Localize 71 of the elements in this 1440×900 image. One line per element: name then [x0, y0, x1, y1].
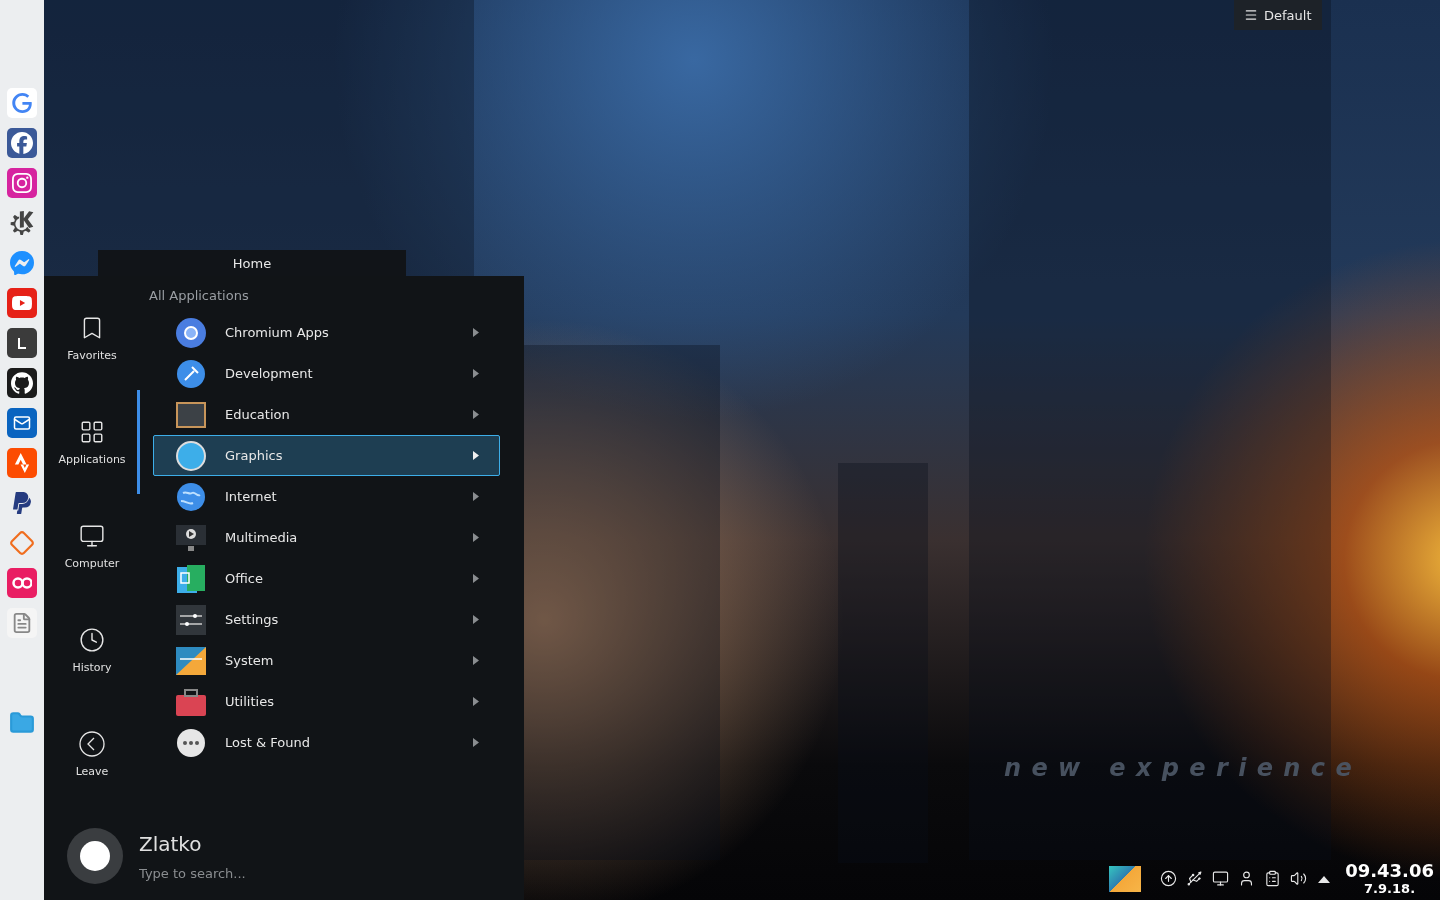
tab-label: Applications: [58, 452, 126, 466]
app-launcher-icon[interactable]: [7, 128, 37, 158]
menu-item-label: Lost & Found: [225, 735, 311, 750]
caret-icon: [473, 656, 479, 665]
expand-arrow-icon[interactable]: [1318, 874, 1331, 883]
menu-item[interactable]: Development: [153, 353, 500, 394]
hammer-icon: [175, 357, 207, 390]
menu-item[interactable]: Office: [153, 558, 500, 599]
category-tab[interactable]: Favorites: [44, 286, 140, 390]
caret-icon: [473, 615, 479, 624]
menu-item-label: Graphics: [225, 448, 284, 463]
tab-label: Favorites: [67, 348, 117, 362]
menu-item-label: Internet: [225, 489, 278, 504]
caret-icon: [473, 697, 479, 706]
menu-item-label: Development: [225, 366, 314, 381]
menu-icon: [1244, 8, 1258, 22]
caret-icon: [473, 369, 479, 378]
user-name: Zlatko: [139, 831, 203, 856]
menu-item-label: Office: [225, 571, 264, 586]
home-tab[interactable]: Home: [98, 250, 406, 276]
category-tab[interactable]: Computer: [44, 494, 140, 598]
tab-label: Computer: [64, 556, 120, 570]
menu-item[interactable]: Education: [153, 394, 500, 435]
menu-item[interactable]: Multimedia: [153, 517, 500, 558]
menu-item-label: Settings: [225, 612, 280, 627]
globe-icon: [175, 480, 207, 513]
menu-item[interactable]: Graphics: [153, 435, 500, 476]
avatar: [67, 828, 123, 884]
app-launcher-icon[interactable]: [7, 368, 37, 398]
update-icon[interactable]: [1159, 870, 1177, 887]
menu-item-label: System: [225, 653, 275, 668]
category-tab[interactable]: Applications: [44, 390, 140, 494]
menu-item-label: Utilities: [225, 694, 275, 709]
menu-item[interactable]: System: [153, 640, 500, 681]
menu-item[interactable]: Settings: [153, 599, 500, 640]
volume-icon[interactable]: [1289, 870, 1307, 887]
menu-item[interactable]: Chromium Apps: [153, 312, 500, 353]
menu-item[interactable]: Lost & Found: [153, 722, 500, 763]
section-heading: All Applications: [149, 288, 250, 305]
tab-label: Leave: [75, 764, 109, 778]
search-field[interactable]: Type to search...: [139, 865, 439, 881]
category-tab[interactable]: Leave: [44, 702, 140, 806]
clock-date: 7.9.18.: [1364, 881, 1416, 896]
caret-icon: [473, 492, 479, 501]
clock-time: 09.43.06: [1345, 861, 1434, 881]
more-icon: [175, 726, 207, 759]
desktop-thumbnail[interactable]: [1109, 865, 1142, 892]
tab-label: History: [72, 660, 112, 674]
clock-icon: [79, 626, 105, 653]
system-icon: [175, 644, 207, 677]
caret-icon: [473, 738, 479, 747]
caret-icon: [473, 328, 479, 337]
layout-button[interactable]: Default: [1234, 0, 1322, 30]
menu-item[interactable]: Utilities: [153, 681, 500, 722]
app-launcher-icon[interactable]: [7, 328, 37, 358]
caret-icon: [473, 574, 479, 583]
menu-item-label: Chromium Apps: [225, 325, 330, 340]
caret-icon: [473, 533, 479, 542]
caret-icon: [473, 410, 479, 419]
menu-item-label: Multimedia: [225, 530, 299, 545]
menu-item-label: Education: [225, 407, 291, 422]
menu-item[interactable]: Internet: [153, 476, 500, 517]
documents-icon: [175, 562, 207, 595]
usb-icon[interactable]: [1185, 870, 1203, 887]
sliders-icon: [175, 603, 207, 636]
caret-icon: [473, 451, 479, 460]
category-tab[interactable]: History: [44, 598, 140, 702]
wallpaper-text: n e w e x p e r i e n c e: [1004, 754, 1353, 782]
sphere-icon: [175, 439, 207, 472]
clipboard-icon[interactable]: [1263, 870, 1281, 887]
chromium-icon: [175, 316, 207, 349]
